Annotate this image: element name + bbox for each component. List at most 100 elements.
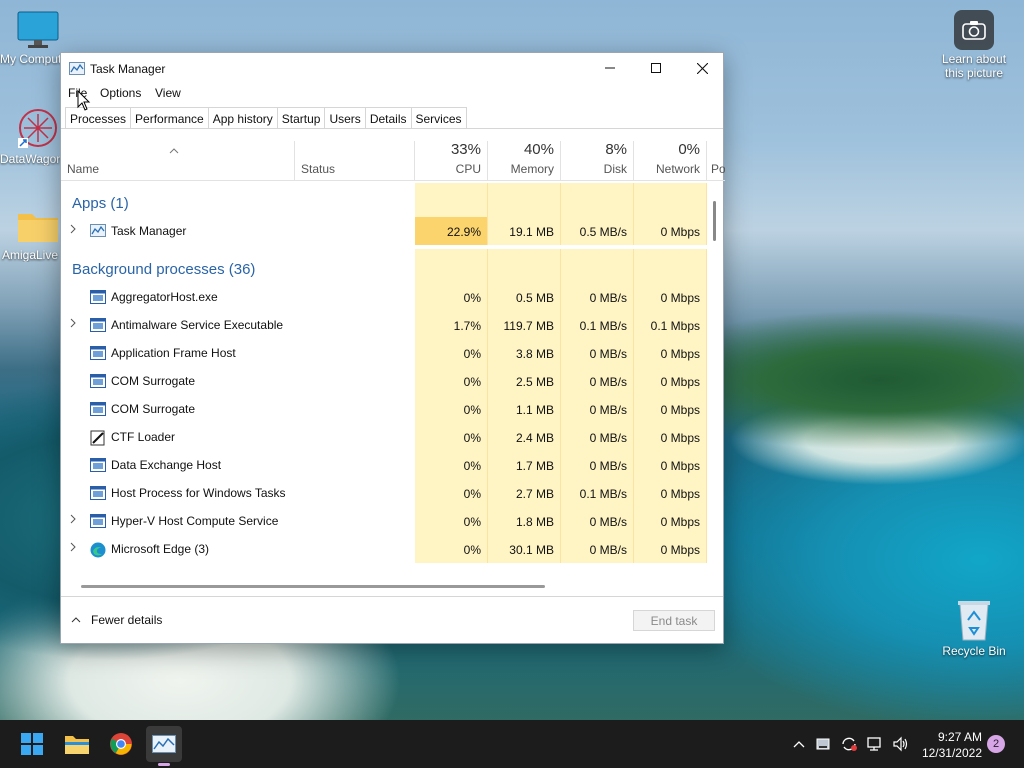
desktop-icon-label: AmigaLive	[1, 248, 59, 262]
tab-details[interactable]: Details	[364, 107, 412, 129]
app-window-icon	[90, 514, 106, 531]
process-disk: 0 MB/s	[561, 535, 634, 563]
desktop-icon-learn-about-picture[interactable]: Learn about this picture	[936, 10, 1012, 80]
process-row[interactable]: Host Process for Windows Tasks 0% 2.7 MB 0.…	[61, 479, 711, 507]
maximize-button[interactable]	[633, 53, 679, 83]
start-button[interactable]	[14, 726, 50, 762]
process-memory: 0.5 MB	[488, 283, 561, 311]
process-network: 0 Mbps	[634, 339, 707, 367]
process-name: Hyper-V Host Compute Service	[111, 514, 279, 528]
sync-icon	[842, 737, 857, 751]
expand-chevron-icon[interactable]	[70, 542, 76, 555]
tab-startup[interactable]: Startup	[276, 107, 326, 129]
process-cpu: 0%	[415, 423, 488, 451]
vertical-scrollbar[interactable]	[713, 201, 716, 241]
close-button[interactable]	[679, 53, 725, 83]
horizontal-scrollbar[interactable]	[81, 585, 545, 588]
memory-total: 40%	[523, 141, 554, 158]
process-cpu: 0%	[415, 395, 488, 423]
desktop-icon-recycle-bin[interactable]: Recycle Bin	[936, 598, 1012, 658]
process-row[interactable]: CTF Loader 0% 2.4 MB 0 MB/s 0 Mbps	[61, 423, 711, 451]
process-disk: 0.1 MB/s	[561, 311, 634, 339]
menu-bar: File Options View	[61, 83, 723, 103]
tab-app-history[interactable]: App history	[207, 107, 278, 129]
taskbar-task-manager[interactable]	[146, 726, 182, 766]
process-memory: 2.4 MB	[488, 423, 561, 451]
app-window-icon	[90, 486, 106, 503]
column-status-label: Status	[301, 162, 336, 176]
process-row[interactable]: Task Manager 22.9% 19.1 MB 0.5 MB/s 0 Mbps	[61, 217, 711, 245]
process-name: Task Manager	[111, 224, 187, 238]
column-status[interactable]: Status	[295, 141, 415, 181]
app-window-icon	[90, 318, 106, 335]
tab-divider	[61, 128, 723, 129]
tray-sync-icon[interactable]	[836, 736, 862, 752]
drive-icon	[816, 738, 830, 750]
show-hidden-icons-button[interactable]	[788, 740, 810, 748]
process-memory: 30.1 MB	[488, 535, 561, 563]
process-cpu: 0%	[415, 479, 488, 507]
fewer-details-label: Fewer details	[91, 613, 163, 627]
tray-device-icon[interactable]	[810, 737, 836, 751]
column-memory[interactable]: 40% Memory	[488, 141, 561, 181]
column-power-label: Po	[711, 162, 725, 176]
process-disk: 0 MB/s	[561, 395, 634, 423]
column-network[interactable]: 0% Network	[634, 141, 707, 181]
expand-chevron-icon[interactable]	[70, 514, 76, 527]
end-task-button[interactable]: End task	[633, 610, 715, 631]
desktop-icon-label: Learn about this picture	[941, 52, 1007, 80]
process-memory: 19.1 MB	[488, 217, 561, 245]
tray-network-icon[interactable]	[862, 736, 888, 752]
app-window-icon	[90, 374, 106, 391]
menu-options[interactable]: Options	[100, 86, 141, 100]
column-disk[interactable]: 8% Disk	[561, 141, 634, 181]
tab-users[interactable]: Users	[324, 107, 366, 129]
process-network: 0 Mbps	[634, 217, 707, 245]
process-row[interactable]: Microsoft Edge (3) 0% 30.1 MB 0 MB/s 0 Mbps	[61, 535, 711, 563]
tab-strip: Processes Performance App history Startu…	[65, 107, 467, 129]
minimize-button[interactable]	[587, 53, 633, 83]
monitor-icon	[16, 10, 60, 50]
process-row[interactable]: Antimalware Service Executable 1.7% 119.7 …	[61, 311, 711, 339]
group-heat-cell	[488, 249, 561, 283]
clock-time: 9:27 AM	[937, 730, 982, 744]
folder-icon	[16, 206, 60, 246]
process-name: AggregatorHost.exe	[111, 290, 218, 304]
tray-volume-icon[interactable]	[888, 736, 914, 752]
menu-view[interactable]: View	[155, 86, 181, 100]
process-disk: 0 MB/s	[561, 283, 634, 311]
process-memory: 1.1 MB	[488, 395, 561, 423]
tab-performance[interactable]: Performance	[130, 107, 209, 129]
column-name[interactable]: Name	[61, 141, 295, 181]
group-apps: Apps (1)	[61, 183, 711, 217]
notification-badge[interactable]: 2	[987, 735, 1005, 753]
tab-services[interactable]: Services	[410, 107, 467, 129]
system-tray	[788, 720, 914, 768]
process-row[interactable]: Data Exchange Host 0% 1.7 MB 0 MB/s 0 Mbps	[61, 451, 711, 479]
process-row[interactable]: Application Frame Host 0% 3.8 MB 0 MB/s 0 Mb…	[61, 339, 711, 367]
process-disk: 0 MB/s	[561, 423, 634, 451]
volume-icon	[893, 736, 908, 752]
column-disk-label: Disk	[603, 162, 627, 176]
expand-chevron-icon[interactable]	[70, 318, 76, 331]
taskbar-chrome[interactable]	[103, 726, 139, 762]
process-row[interactable]: COM Surrogate 0% 2.5 MB 0 MB/s 0 Mbps	[61, 367, 711, 395]
column-name-label: Name	[67, 162, 100, 176]
task-manager-app-icon	[69, 62, 85, 78]
process-network: 0 Mbps	[634, 479, 707, 507]
process-row[interactable]: COM Surrogate 0% 1.1 MB 0 MB/s 0 Mbps	[61, 395, 711, 423]
process-name: Application Frame Host	[111, 346, 236, 360]
expand-chevron-icon[interactable]	[70, 224, 76, 237]
clock[interactable]: 9:27 AM 12/31/2022	[922, 729, 982, 761]
tab-processes[interactable]: Processes	[65, 107, 132, 129]
close-icon	[696, 62, 708, 74]
fewer-details-button[interactable]: Fewer details	[71, 613, 162, 627]
process-row[interactable]: AggregatorHost.exe 0% 0.5 MB 0 MB/s 0 Mbps	[61, 283, 711, 311]
title-bar[interactable]: Task Manager	[61, 53, 723, 83]
taskbar-file-explorer[interactable]	[59, 726, 95, 762]
process-row[interactable]: Hyper-V Host Compute Service 0% 1.8 MB 0 MB…	[61, 507, 711, 535]
column-cpu[interactable]: 33% CPU	[415, 141, 488, 181]
column-power[interactable]: Po	[707, 141, 725, 181]
group-background: Background processes (36)	[61, 249, 711, 283]
group-heat-cell	[415, 183, 488, 217]
